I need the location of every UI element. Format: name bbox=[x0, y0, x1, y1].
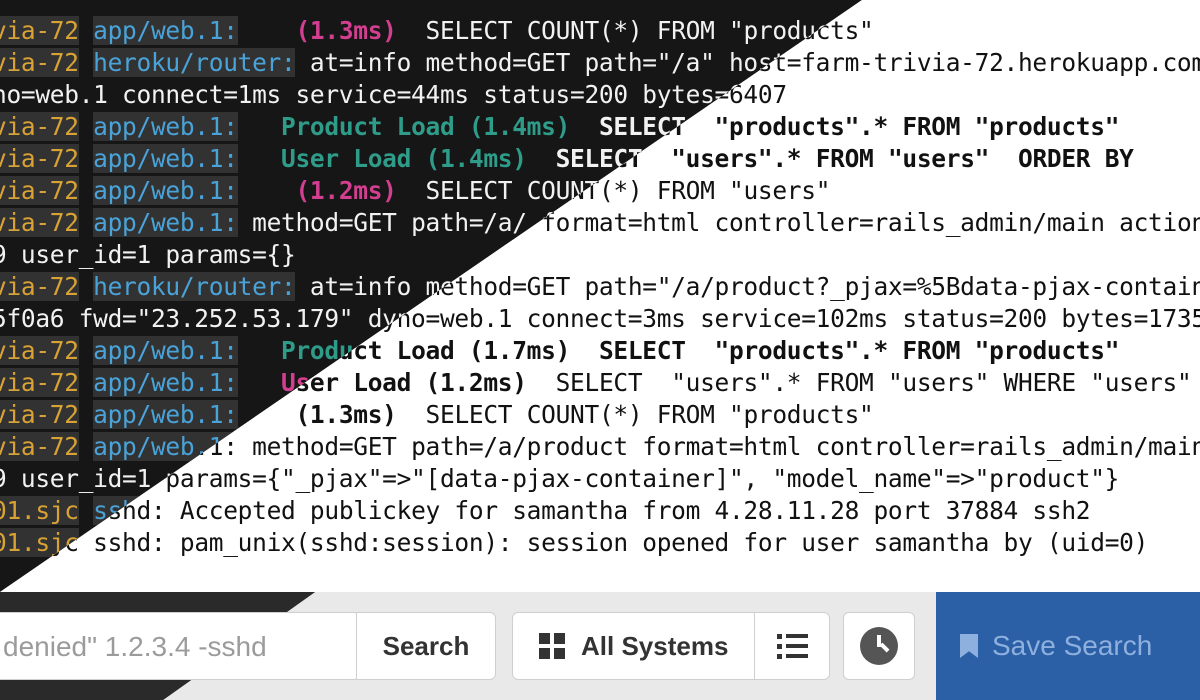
log-text: User Load (1.4ms) bbox=[281, 144, 527, 173]
log-text: (1.3ms) bbox=[295, 400, 397, 429]
log-text: SELECT COUNT(*) FROM "products" bbox=[396, 16, 874, 45]
search-input[interactable]: denied" 1.2.3.4 -sshd bbox=[0, 612, 360, 680]
search-button-label: Search bbox=[382, 630, 470, 661]
log-line: via-72 app/web.1: (1.3ms) SELECT COUNT(*… bbox=[0, 15, 874, 47]
log-host: via-72 bbox=[0, 16, 79, 45]
log-process: app/web.1: bbox=[93, 176, 238, 205]
log-host: via-72 bbox=[0, 112, 79, 141]
log-text: (1.3ms) bbox=[295, 16, 397, 45]
log-text: 9 user_id=1 params={} bbox=[0, 240, 296, 269]
log-host: 01.sjc bbox=[0, 496, 79, 525]
bookmark-icon bbox=[960, 634, 978, 658]
search-button[interactable]: Search bbox=[356, 612, 496, 680]
save-search-button[interactable]: Save Search bbox=[936, 612, 1200, 680]
log-text: SELECT COUNT(*) FROM "products" bbox=[396, 400, 874, 429]
save-search-label: Save Search bbox=[992, 630, 1153, 661]
all-systems-button[interactable]: All Systems bbox=[512, 612, 755, 680]
log-text: SELECT "users".* FROM "users" WHERE "use… bbox=[526, 368, 1192, 397]
log-line: no=web.1 connect=1ms service=44ms status… bbox=[0, 79, 787, 111]
log-host: via-72 bbox=[0, 368, 79, 397]
clock-icon bbox=[860, 627, 898, 665]
log-host: via-72 bbox=[0, 208, 79, 237]
time-range-button[interactable] bbox=[843, 612, 915, 680]
log-text: pam_unix(sshd:session): session opened f… bbox=[165, 528, 1149, 557]
all-systems-label: All Systems bbox=[581, 630, 729, 661]
log-line: 9 user_id=1 params={} bbox=[0, 239, 296, 271]
log-text: SELECT "products".* FROM "products" bbox=[598, 336, 1120, 365]
log-process: app/web.1: bbox=[93, 400, 238, 429]
log-process: app/web.1: bbox=[93, 112, 238, 141]
log-process: app/web.1: bbox=[93, 336, 238, 365]
log-text: Product Load (1.4ms) bbox=[281, 112, 571, 141]
log-host: via-72 bbox=[0, 432, 79, 461]
log-process: app/web.1: bbox=[93, 16, 238, 45]
log-stream: via-72 app/web.1: (1.3ms) SELECT COUNT(*… bbox=[0, 0, 1200, 592]
log-process: app/web.1: bbox=[93, 208, 238, 237]
log-host: via-72 bbox=[0, 336, 79, 365]
log-host: via-72 bbox=[0, 48, 79, 77]
log-line: 01.sjc sshd: pam_unix(sshd:session): ses… bbox=[0, 527, 1148, 559]
log-process: heroku/router: bbox=[93, 272, 296, 301]
search-query-text: denied" 1.2.3.4 -sshd bbox=[3, 631, 267, 662]
log-host: via-72 bbox=[0, 144, 79, 173]
log-host: via-72 bbox=[0, 272, 79, 301]
log-text: method=GET path=/a/product format=html c… bbox=[237, 432, 1200, 461]
log-process: sshd: bbox=[93, 528, 166, 557]
log-text: no=web.1 connect=1ms service=44ms status… bbox=[0, 80, 787, 109]
grid-icon bbox=[539, 633, 565, 659]
log-process: app/web.1: bbox=[93, 368, 238, 397]
log-process: app/web.1: bbox=[93, 144, 238, 173]
systems-list-button[interactable] bbox=[754, 612, 830, 680]
log-host: via-72 bbox=[0, 176, 79, 205]
list-icon bbox=[776, 633, 808, 659]
log-text: Accepted publickey for samantha from 4.2… bbox=[165, 496, 1091, 525]
log-text: (1.2ms) bbox=[295, 176, 397, 205]
search-toolbar: denied" 1.2.3.4 -sshd Search All Systems… bbox=[0, 592, 1200, 700]
log-process: heroku/router: bbox=[93, 48, 296, 77]
log-host: via-72 bbox=[0, 400, 79, 429]
log-line: 01.sjc sshd: Accepted publickey for sama… bbox=[0, 495, 1091, 527]
